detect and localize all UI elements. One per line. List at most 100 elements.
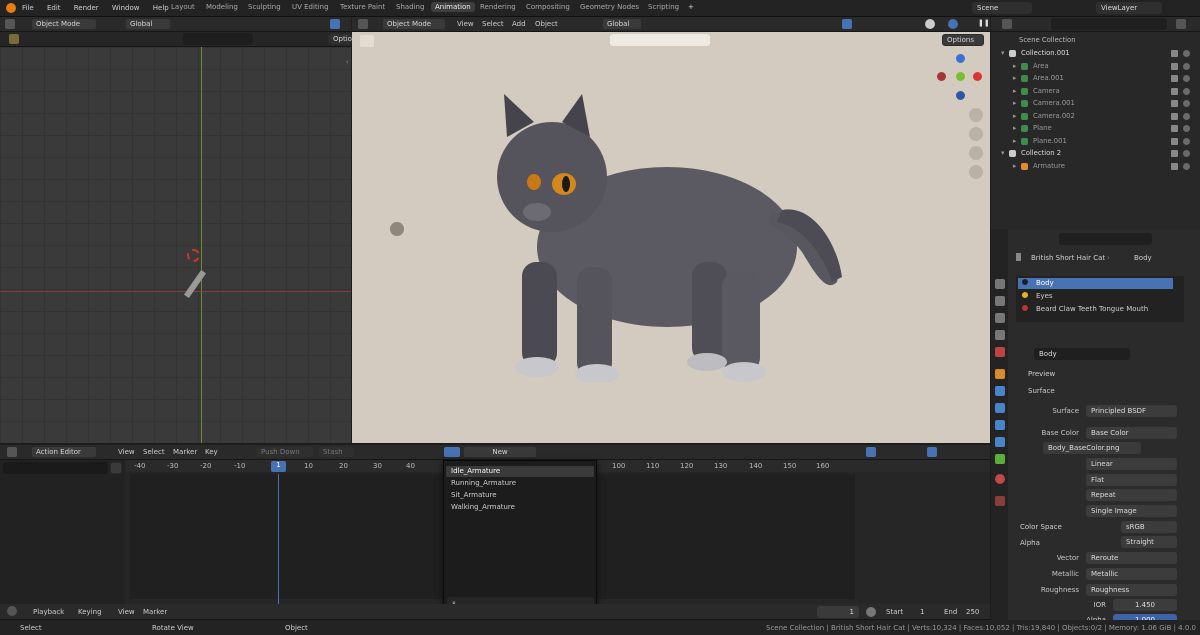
action-editor-type-icon[interactable] [7, 447, 17, 457]
push-down-button[interactable]: Push Down [256, 446, 314, 458]
slot-eyes[interactable]: Eyes [1018, 291, 1173, 302]
outliner-item-label[interactable]: Camera [1033, 87, 1060, 95]
main-orientation-dropdown[interactable]: Global [602, 18, 642, 30]
expand-arrow-icon[interactable]: ▸ [1013, 99, 1016, 107]
outliner-row[interactable]: ▸ Camera.002 [1003, 111, 1195, 123]
expand-arrow-icon[interactable]: ▸ [1013, 87, 1016, 95]
neg-z-axis-icon[interactable] [956, 91, 965, 100]
zoom-icon[interactable] [969, 108, 983, 122]
gizmo-toggle-icon[interactable] [842, 19, 852, 29]
render-toggle-icon[interactable] [1183, 50, 1190, 57]
swap-icon[interactable] [110, 462, 122, 474]
outliner-item-label[interactable]: Plane [1033, 124, 1052, 132]
current-frame-field[interactable]: 1 [817, 606, 859, 618]
channel-search-input[interactable] [3, 462, 108, 474]
input-link-field[interactable]: Roughness [1086, 584, 1177, 596]
expand-arrow-icon[interactable]: ▸ [1013, 137, 1016, 145]
outliner-item-label[interactable]: Armature [1033, 162, 1065, 170]
projection-dropdown[interactable]: Flat [1086, 474, 1177, 486]
main-menu-add[interactable]: Add [512, 20, 526, 28]
object-tab-icon[interactable] [995, 369, 1005, 379]
outliner-item-label[interactable]: Area.001 [1033, 74, 1064, 82]
render-toggle-icon[interactable] [1183, 112, 1190, 120]
tab-shading[interactable]: Shading [396, 3, 424, 11]
constraints-tab-icon[interactable] [995, 437, 1005, 447]
scene-collection-label[interactable]: Scene Collection [1019, 36, 1076, 44]
outliner-item-label[interactable]: Area [1033, 62, 1049, 70]
z-axis-icon[interactable] [956, 54, 965, 63]
outliner-search-input[interactable] [1051, 18, 1167, 30]
x-axis-icon[interactable] [973, 72, 982, 81]
property-link-field[interactable]: Base Color [1086, 427, 1177, 439]
properties-search-input[interactable] [1059, 233, 1152, 245]
input-link-field[interactable]: Reroute [1086, 552, 1177, 564]
render-toggle-icon[interactable] [1183, 125, 1190, 132]
expand-arrow-icon[interactable]: ▸ [1013, 162, 1016, 170]
action-item[interactable]: Running_Armature [446, 478, 594, 489]
outliner-row[interactable]: ▸ Camera [1003, 86, 1195, 98]
expand-arrow-icon[interactable]: ▾ [1001, 49, 1004, 57]
stash-button[interactable]: Stash [318, 446, 354, 458]
visibility-icon[interactable] [1171, 125, 1178, 132]
property-link-field[interactable]: Principled BSDF [1086, 405, 1177, 417]
main-menu-view[interactable]: View [457, 20, 474, 28]
outliner-row[interactable]: ▸ Plane.001 [1003, 136, 1195, 148]
extension-dropdown[interactable]: Repeat [1086, 489, 1177, 501]
expand-arrow-icon[interactable]: ▸ [1013, 124, 1016, 132]
ae-menu-view[interactable]: View [118, 448, 135, 456]
outliner-type-icon[interactable] [1002, 19, 1012, 29]
outliner-item-label[interactable]: Collection 2 [1021, 149, 1061, 157]
render-toggle-icon[interactable] [1183, 87, 1190, 95]
timeline-type-icon[interactable] [7, 606, 17, 616]
expand-arrow-icon[interactable]: ▸ [1013, 112, 1016, 120]
physics-tab-icon[interactable] [995, 420, 1005, 430]
menu-help[interactable]: Help [153, 4, 169, 12]
outliner-item-label[interactable]: Collection.001 [1021, 49, 1070, 57]
slot-mouth[interactable]: Beard Claw Teeth Tongue Mouth [1018, 304, 1173, 315]
visibility-icon[interactable] [1171, 100, 1178, 107]
y-axis-icon[interactable] [956, 72, 965, 81]
tab-scripting[interactable]: Scripting [648, 3, 679, 11]
tool-icon[interactable] [9, 34, 19, 44]
expand-arrow-icon[interactable]: ▸ [1013, 74, 1016, 82]
surface-section[interactable]: Surface [1028, 387, 1055, 395]
material-name-field[interactable]: Body [1034, 348, 1130, 360]
render-toggle-icon[interactable] [1183, 162, 1190, 170]
left-overlay-icon[interactable] [330, 19, 340, 29]
scene-selector[interactable]: Scene [972, 2, 1032, 14]
tab-texture-paint[interactable]: Texture Paint [340, 3, 385, 11]
outliner-item-label[interactable]: Camera.001 [1033, 99, 1075, 107]
outliner-row[interactable]: ▸ Camera.001 [1003, 98, 1195, 110]
main-mode-dropdown[interactable]: Object Mode [382, 18, 446, 30]
pan-icon[interactable] [969, 127, 983, 141]
scene-tab-icon[interactable] [995, 347, 1005, 357]
blender-logo-icon[interactable] [6, 3, 16, 13]
image-name-field[interactable]: Body_BaseColor.png [1043, 442, 1141, 454]
visibility-icon[interactable] [1171, 62, 1178, 70]
source-dropdown[interactable]: Single Image [1086, 505, 1177, 517]
menu-edit[interactable]: Edit [47, 4, 61, 12]
timeline-view-menu[interactable]: View [118, 608, 135, 616]
playback-menu[interactable]: Playback [33, 608, 64, 616]
alpha-mode-dropdown[interactable]: Straight [1121, 536, 1177, 548]
outliner-row[interactable]: ▾ Collection 2 [1001, 148, 1195, 160]
visibility-icon[interactable] [1171, 75, 1178, 82]
left-mode-dropdown[interactable]: Object Mode [31, 18, 97, 30]
menu-render[interactable]: Render [74, 4, 99, 12]
texture-tab-icon[interactable] [995, 496, 1005, 506]
3d-cursor-icon[interactable] [187, 249, 200, 262]
action-item[interactable]: Walking_Armature [446, 502, 594, 513]
tab-rendering[interactable]: Rendering [480, 3, 516, 11]
particles-tab-icon[interactable] [995, 403, 1005, 413]
expand-arrow-icon[interactable]: ▾ [1001, 149, 1004, 157]
editor-type-icon[interactable] [5, 19, 15, 29]
outliner-item-label[interactable]: Camera.002 [1033, 112, 1075, 120]
tab-geometry-nodes[interactable]: Geometry Nodes [580, 3, 639, 11]
filter-icon[interactable] [1176, 19, 1186, 29]
visibility-icon[interactable] [1171, 150, 1178, 157]
tab-animation[interactable]: Animation [431, 2, 475, 12]
cat-model[interactable] [482, 92, 852, 382]
light-object-icon[interactable] [390, 222, 404, 236]
input-link-field[interactable]: Metallic [1086, 568, 1177, 580]
preview-section[interactable]: Preview [1028, 370, 1055, 378]
